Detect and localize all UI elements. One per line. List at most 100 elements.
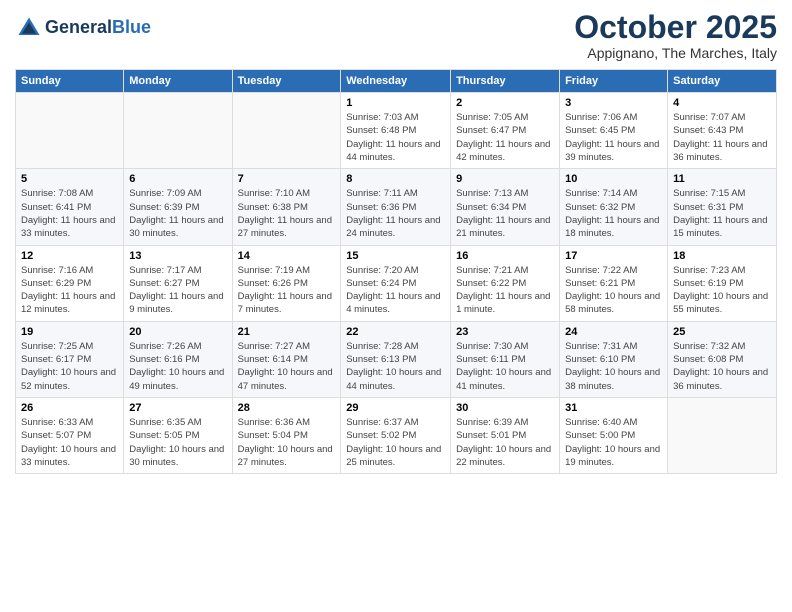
day-info: Sunrise: 7:17 AMSunset: 6:27 PMDaylight:… [129, 264, 226, 317]
calendar-cell: 17 Sunrise: 7:22 AMSunset: 6:21 PMDayligh… [560, 245, 668, 321]
calendar-week-1: 1 Sunrise: 7:03 AMSunset: 6:48 PMDaylight… [16, 93, 777, 169]
day-info: Sunrise: 7:07 AMSunset: 6:43 PMDaylight:… [673, 111, 771, 164]
day-info: Sunrise: 7:21 AMSunset: 6:22 PMDaylight:… [456, 264, 554, 317]
day-number: 12 [21, 250, 118, 262]
calendar-cell: 31Sunrise: 6:40 AMSunset: 5:00 PMDayligh… [560, 397, 668, 473]
day-info: Sunrise: 7:11 AMSunset: 6:36 PMDaylight:… [346, 187, 445, 240]
day-info: Sunrise: 7:28 AMSunset: 6:13 PMDaylight:… [346, 340, 445, 393]
col-wednesday: Wednesday [341, 70, 451, 93]
day-info: Sunrise: 7:22 AMSunset: 6:21 PMDaylight:… [565, 264, 662, 317]
day-info: Sunrise: 7:15 AMSunset: 6:31 PMDaylight:… [673, 187, 771, 240]
day-number: 1 [346, 97, 445, 109]
day-info: Sunrise: 6:36 AMSunset: 5:04 PMDaylight:… [238, 416, 336, 469]
calendar-cell: 23Sunrise: 7:30 AMSunset: 6:11 PMDayligh… [451, 321, 560, 397]
page-container: GeneralBlue October 2025 Appignano, The … [0, 0, 792, 484]
calendar-cell: 5 Sunrise: 7:08 AMSunset: 6:41 PMDaylight… [16, 169, 124, 245]
page-header: GeneralBlue October 2025 Appignano, The … [15, 10, 777, 61]
day-info: Sunrise: 7:13 AMSunset: 6:34 PMDaylight:… [456, 187, 554, 240]
day-number: 4 [673, 97, 771, 109]
calendar-cell: 24 Sunrise: 7:31 AMSunset: 6:10 PMDayligh… [560, 321, 668, 397]
calendar-cell: 26 Sunrise: 6:33 AMSunset: 5:07 PMDayligh… [16, 397, 124, 473]
calendar-cell: 14 Sunrise: 7:19 AMSunset: 6:26 PMDayligh… [232, 245, 341, 321]
calendar-week-3: 12Sunrise: 7:16 AMSunset: 6:29 PMDayligh… [16, 245, 777, 321]
day-info: Sunrise: 6:39 AMSunset: 5:01 PMDaylight:… [456, 416, 554, 469]
day-info: Sunrise: 6:33 AMSunset: 5:07 PMDaylight:… [21, 416, 118, 469]
day-info: Sunrise: 7:03 AMSunset: 6:48 PMDaylight:… [346, 111, 445, 164]
day-info: Sunrise: 7:19 AMSunset: 6:26 PMDaylight:… [238, 264, 336, 317]
col-monday: Monday [124, 70, 232, 93]
day-number: 30 [456, 402, 554, 414]
calendar-cell: 21 Sunrise: 7:27 AMSunset: 6:14 PMDayligh… [232, 321, 341, 397]
logo-blue: Blue [112, 17, 151, 37]
calendar-header: Sunday Monday Tuesday Wednesday Thursday… [16, 70, 777, 93]
logo-text-line1: GeneralBlue [45, 18, 151, 38]
day-number: 17 [565, 250, 662, 262]
day-number: 7 [238, 173, 336, 185]
day-number: 5 [21, 173, 118, 185]
month-title: October 2025 [574, 10, 777, 45]
day-number: 8 [346, 173, 445, 185]
location-subtitle: Appignano, The Marches, Italy [574, 45, 777, 61]
day-number: 28 [238, 402, 336, 414]
calendar-cell: 10Sunrise: 7:14 AMSunset: 6:32 PMDayligh… [560, 169, 668, 245]
col-saturday: Saturday [668, 70, 777, 93]
logo-general: General [45, 17, 112, 37]
calendar-cell: 29 Sunrise: 6:37 AMSunset: 5:02 PMDayligh… [341, 397, 451, 473]
logo-icon [15, 14, 43, 42]
calendar-cell: 25 Sunrise: 7:32 AMSunset: 6:08 PMDayligh… [668, 321, 777, 397]
day-info: Sunrise: 7:06 AMSunset: 6:45 PMDaylight:… [565, 111, 662, 164]
col-sunday: Sunday [16, 70, 124, 93]
day-number: 26 [21, 402, 118, 414]
calendar-cell: 9 Sunrise: 7:13 AMSunset: 6:34 PMDaylight… [451, 169, 560, 245]
day-info: Sunrise: 7:31 AMSunset: 6:10 PMDaylight:… [565, 340, 662, 393]
day-number: 6 [129, 173, 226, 185]
col-friday: Friday [560, 70, 668, 93]
day-number: 15 [346, 250, 445, 262]
calendar-cell: 20 Sunrise: 7:26 AMSunset: 6:16 PMDayligh… [124, 321, 232, 397]
logo: GeneralBlue [15, 14, 151, 42]
day-info: Sunrise: 6:37 AMSunset: 5:02 PMDaylight:… [346, 416, 445, 469]
day-info: Sunrise: 7:26 AMSunset: 6:16 PMDaylight:… [129, 340, 226, 393]
day-number: 16 [456, 250, 554, 262]
calendar-cell: 7 Sunrise: 7:10 AMSunset: 6:38 PMDaylight… [232, 169, 341, 245]
calendar-cell: 18Sunrise: 7:23 AMSunset: 6:19 PMDayligh… [668, 245, 777, 321]
day-number: 13 [129, 250, 226, 262]
title-block: October 2025 Appignano, The Marches, Ita… [574, 10, 777, 61]
calendar-cell: 2Sunrise: 7:05 AMSunset: 6:47 PMDaylight… [451, 93, 560, 169]
calendar-cell [232, 93, 341, 169]
calendar-cell: 3 Sunrise: 7:06 AMSunset: 6:45 PMDaylight… [560, 93, 668, 169]
day-number: 29 [346, 402, 445, 414]
day-info: Sunrise: 6:40 AMSunset: 5:00 PMDaylight:… [565, 416, 662, 469]
calendar-cell: 19Sunrise: 7:25 AMSunset: 6:17 PMDayligh… [16, 321, 124, 397]
calendar-cell: 30 Sunrise: 6:39 AMSunset: 5:01 PMDayligh… [451, 397, 560, 473]
day-number: 25 [673, 326, 771, 338]
day-info: Sunrise: 7:08 AMSunset: 6:41 PMDaylight:… [21, 187, 118, 240]
day-info: Sunrise: 6:35 AMSunset: 5:05 PMDaylight:… [129, 416, 226, 469]
day-info: Sunrise: 7:27 AMSunset: 6:14 PMDaylight:… [238, 340, 336, 393]
day-number: 18 [673, 250, 771, 262]
calendar-cell: 4 Sunrise: 7:07 AMSunset: 6:43 PMDaylight… [668, 93, 777, 169]
day-info: Sunrise: 7:32 AMSunset: 6:08 PMDaylight:… [673, 340, 771, 393]
col-tuesday: Tuesday [232, 70, 341, 93]
day-number: 14 [238, 250, 336, 262]
header-row: Sunday Monday Tuesday Wednesday Thursday… [16, 70, 777, 93]
day-number: 27 [129, 402, 226, 414]
day-number: 20 [129, 326, 226, 338]
day-number: 19 [21, 326, 118, 338]
day-info: Sunrise: 7:20 AMSunset: 6:24 PMDaylight:… [346, 264, 445, 317]
day-info: Sunrise: 7:14 AMSunset: 6:32 PMDaylight:… [565, 187, 662, 240]
calendar-cell: 6 Sunrise: 7:09 AMSunset: 6:39 PMDaylight… [124, 169, 232, 245]
day-number: 21 [238, 326, 336, 338]
day-number: 22 [346, 326, 445, 338]
day-number: 11 [673, 173, 771, 185]
day-number: 24 [565, 326, 662, 338]
calendar-cell: 16 Sunrise: 7:21 AMSunset: 6:22 PMDayligh… [451, 245, 560, 321]
day-info: Sunrise: 7:09 AMSunset: 6:39 PMDaylight:… [129, 187, 226, 240]
calendar-cell: 8 Sunrise: 7:11 AMSunset: 6:36 PMDaylight… [341, 169, 451, 245]
col-thursday: Thursday [451, 70, 560, 93]
day-info: Sunrise: 7:10 AMSunset: 6:38 PMDaylight:… [238, 187, 336, 240]
day-number: 3 [565, 97, 662, 109]
day-number: 9 [456, 173, 554, 185]
calendar-cell: 28 Sunrise: 6:36 AMSunset: 5:04 PMDayligh… [232, 397, 341, 473]
calendar-cell: 1 Sunrise: 7:03 AMSunset: 6:48 PMDaylight… [341, 93, 451, 169]
